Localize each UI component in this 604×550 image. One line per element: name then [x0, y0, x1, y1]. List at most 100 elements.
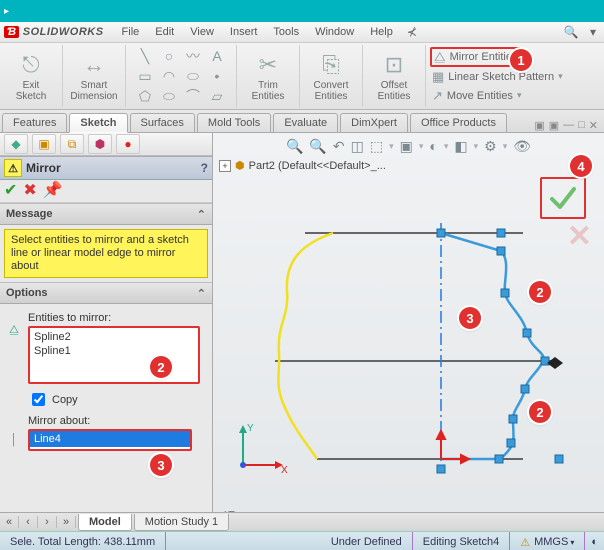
tab-nav-next-icon[interactable]: › [38, 516, 57, 528]
units-icon: ⚠ [520, 536, 530, 549]
offset-entities-button[interactable]: ⊡ Offset Entities [363, 45, 426, 107]
rect-icon[interactable]: ▭ [134, 67, 156, 85]
tab-motion-study[interactable]: Motion Study 1 [134, 514, 229, 531]
menu-dropdown-icon[interactable]: ▾ [584, 24, 602, 40]
graphics-viewport[interactable]: 🔍 🔍 ↶ ◫ ⬚▾ ▣▾ ◐▾ ◧▾ ⚙▾ 👁 + ⬢ Part2 (Defa… [213, 133, 604, 531]
menu-file[interactable]: File [114, 26, 148, 38]
collapse-icon[interactable]: ⌃ [197, 208, 206, 221]
arc-icon[interactable]: ◠ [158, 67, 180, 85]
search-icon[interactable]: 🔍 [562, 24, 580, 40]
menu-help[interactable]: Help [362, 26, 401, 38]
panel-tab-prop-icon[interactable]: ⧉ [60, 134, 84, 154]
part-icon: ⬢ [235, 159, 245, 172]
move-icon: ↗ [432, 88, 443, 104]
help-icon[interactable]: ? [201, 161, 208, 175]
tab-sketch[interactable]: Sketch [69, 113, 127, 133]
zoom-area-icon[interactable]: 🔍 [309, 138, 326, 155]
menu-bar: Ɓ SOLIDWORKS File Edit View Insert Tools… [0, 22, 604, 43]
options-section-head[interactable]: Options ⌃ [0, 282, 212, 304]
mdi-icon[interactable]: ▣ [549, 119, 559, 132]
panel-tab-dim-icon[interactable]: ⬢ [88, 134, 112, 154]
offset-icon: ⊡ [385, 52, 403, 78]
message-text: Select entities to mirror and a sketch l… [4, 229, 208, 278]
expand-icon[interactable]: + [219, 160, 231, 172]
zoom-fit-icon[interactable]: 🔍 [286, 138, 303, 155]
pt-icon[interactable]: • [206, 67, 228, 85]
apply-icon[interactable]: ◧ [454, 138, 467, 155]
polygon-icon[interactable]: ⬠ [134, 87, 156, 105]
menu-edit[interactable]: Edit [147, 26, 182, 38]
panel-tab-appear-icon[interactable]: ● [116, 134, 140, 154]
mdi-close-icon[interactable]: ✕ [589, 119, 598, 132]
display-icon[interactable]: ▣ [400, 138, 413, 155]
ok-check-icon[interactable]: ✔ [4, 183, 17, 199]
panel-tab-config-icon[interactable]: ▣ [32, 134, 56, 154]
menu-insert[interactable]: Insert [222, 26, 266, 38]
tab-nav-last-icon[interactable]: » [57, 516, 76, 528]
tab-evaluate[interactable]: Evaluate [273, 113, 338, 132]
tab-office[interactable]: Office Products [410, 113, 507, 132]
list-item[interactable]: Spline2 [34, 330, 194, 344]
callout-2b: 2 [529, 281, 551, 303]
tab-surfaces[interactable]: Surfaces [130, 113, 195, 132]
mdi-max-icon[interactable]: □ [578, 119, 585, 132]
hide-icon[interactable]: 👁 [513, 138, 531, 155]
status-extra-icon[interactable]: ◐ [585, 532, 604, 550]
orient-icon[interactable]: ⬚ [370, 138, 383, 155]
circle-icon[interactable]: ○ [158, 47, 180, 65]
fillet-icon[interactable]: ⌒ [182, 87, 204, 105]
titlebar-chevron-icon: ▸ [4, 6, 9, 17]
trim-entities-button[interactable]: ✂ Trim Entities [237, 45, 300, 107]
copy-check-input[interactable] [32, 393, 45, 406]
mdi-icon[interactable]: ▣ [534, 119, 544, 132]
linear-pattern-button[interactable]: ▦ Linear Sketch Pattern ▾ [430, 69, 565, 85]
message-section-head[interactable]: Message ⌃ [0, 203, 212, 225]
svg-text:Y: Y [247, 423, 254, 434]
list-item[interactable]: Spline1 [34, 344, 194, 358]
section-icon[interactable]: ◫ [351, 138, 364, 155]
tab-nav-first-icon[interactable]: « [0, 516, 19, 528]
mirror-about-list[interactable]: Line4 [28, 429, 192, 451]
flyout-tree[interactable]: + ⬢ Part2 (Default<<Default>_... [219, 159, 386, 172]
bottom-tab-bar: « ‹ › » Model Motion Study 1 [0, 512, 604, 531]
collapse-icon[interactable]: ⌃ [197, 287, 206, 300]
tab-nav-prev-icon[interactable]: ‹ [19, 516, 38, 528]
pushpin-icon[interactable]: 📌 [43, 183, 63, 199]
callout-1: 1 [510, 49, 532, 71]
panel-tab-feature-icon[interactable]: ◆ [4, 134, 28, 154]
slot-icon[interactable]: ⬭ [158, 87, 180, 105]
menu-window[interactable]: Window [307, 26, 362, 38]
tab-mold-tools[interactable]: Mold Tools [197, 113, 271, 132]
command-ribbon: ⎋ Exit Sketch ↔ Smart Dimension ╲ ○ 〰 A … [0, 43, 604, 110]
tab-features[interactable]: Features [2, 113, 67, 132]
menu-view[interactable]: View [182, 26, 222, 38]
plane-icon[interactable]: ▱ [206, 87, 228, 105]
convert-entities-button[interactable]: ⎘ Convert Entities [300, 45, 363, 107]
exit-sketch-button[interactable]: ⎋ Exit Sketch [0, 45, 63, 107]
move-entities-button[interactable]: ↗ Move Entities ▾ [430, 88, 523, 104]
text-icon[interactable]: A [206, 47, 228, 65]
settings-icon[interactable]: ⚙ [484, 138, 497, 155]
mdi-min-icon[interactable]: — [563, 119, 574, 132]
ellipse-icon[interactable]: ⬭ [182, 67, 204, 85]
prev-view-icon[interactable]: ↶ [333, 138, 345, 155]
list-item[interactable]: Line4 [30, 431, 190, 447]
mirror-entities-button[interactable]: ⧋ Mirror Entities [430, 47, 521, 67]
menu-tools[interactable]: Tools [265, 26, 307, 38]
tab-model[interactable]: Model [78, 514, 132, 531]
spline-icon[interactable]: 〰 [182, 47, 204, 65]
scene-icon[interactable]: ◐ [429, 138, 437, 154]
smart-dimension-button[interactable]: ↔ Smart Dimension [63, 45, 126, 107]
chevron-down-icon: ▾ [558, 71, 563, 82]
cancel-x-icon[interactable]: ✖ [23, 183, 36, 199]
mirror-icon: ⧋ [434, 49, 446, 65]
menu-pin-icon[interactable]: ⊀ [403, 24, 421, 40]
line-icon[interactable]: ╲ [134, 47, 156, 65]
status-selection: Sele. Total Length: 438.11mm [0, 532, 166, 550]
status-units[interactable]: ⚠ MMGS ▾ [510, 532, 585, 550]
entities-list[interactable]: Spline2 Spline1 [28, 326, 200, 384]
tab-dimxpert[interactable]: DimXpert [340, 113, 408, 132]
copy-checkbox[interactable]: Copy [28, 390, 206, 409]
status-defined: Under Defined [321, 532, 413, 550]
part-label[interactable]: Part2 (Default<<Default>_... [249, 160, 386, 172]
